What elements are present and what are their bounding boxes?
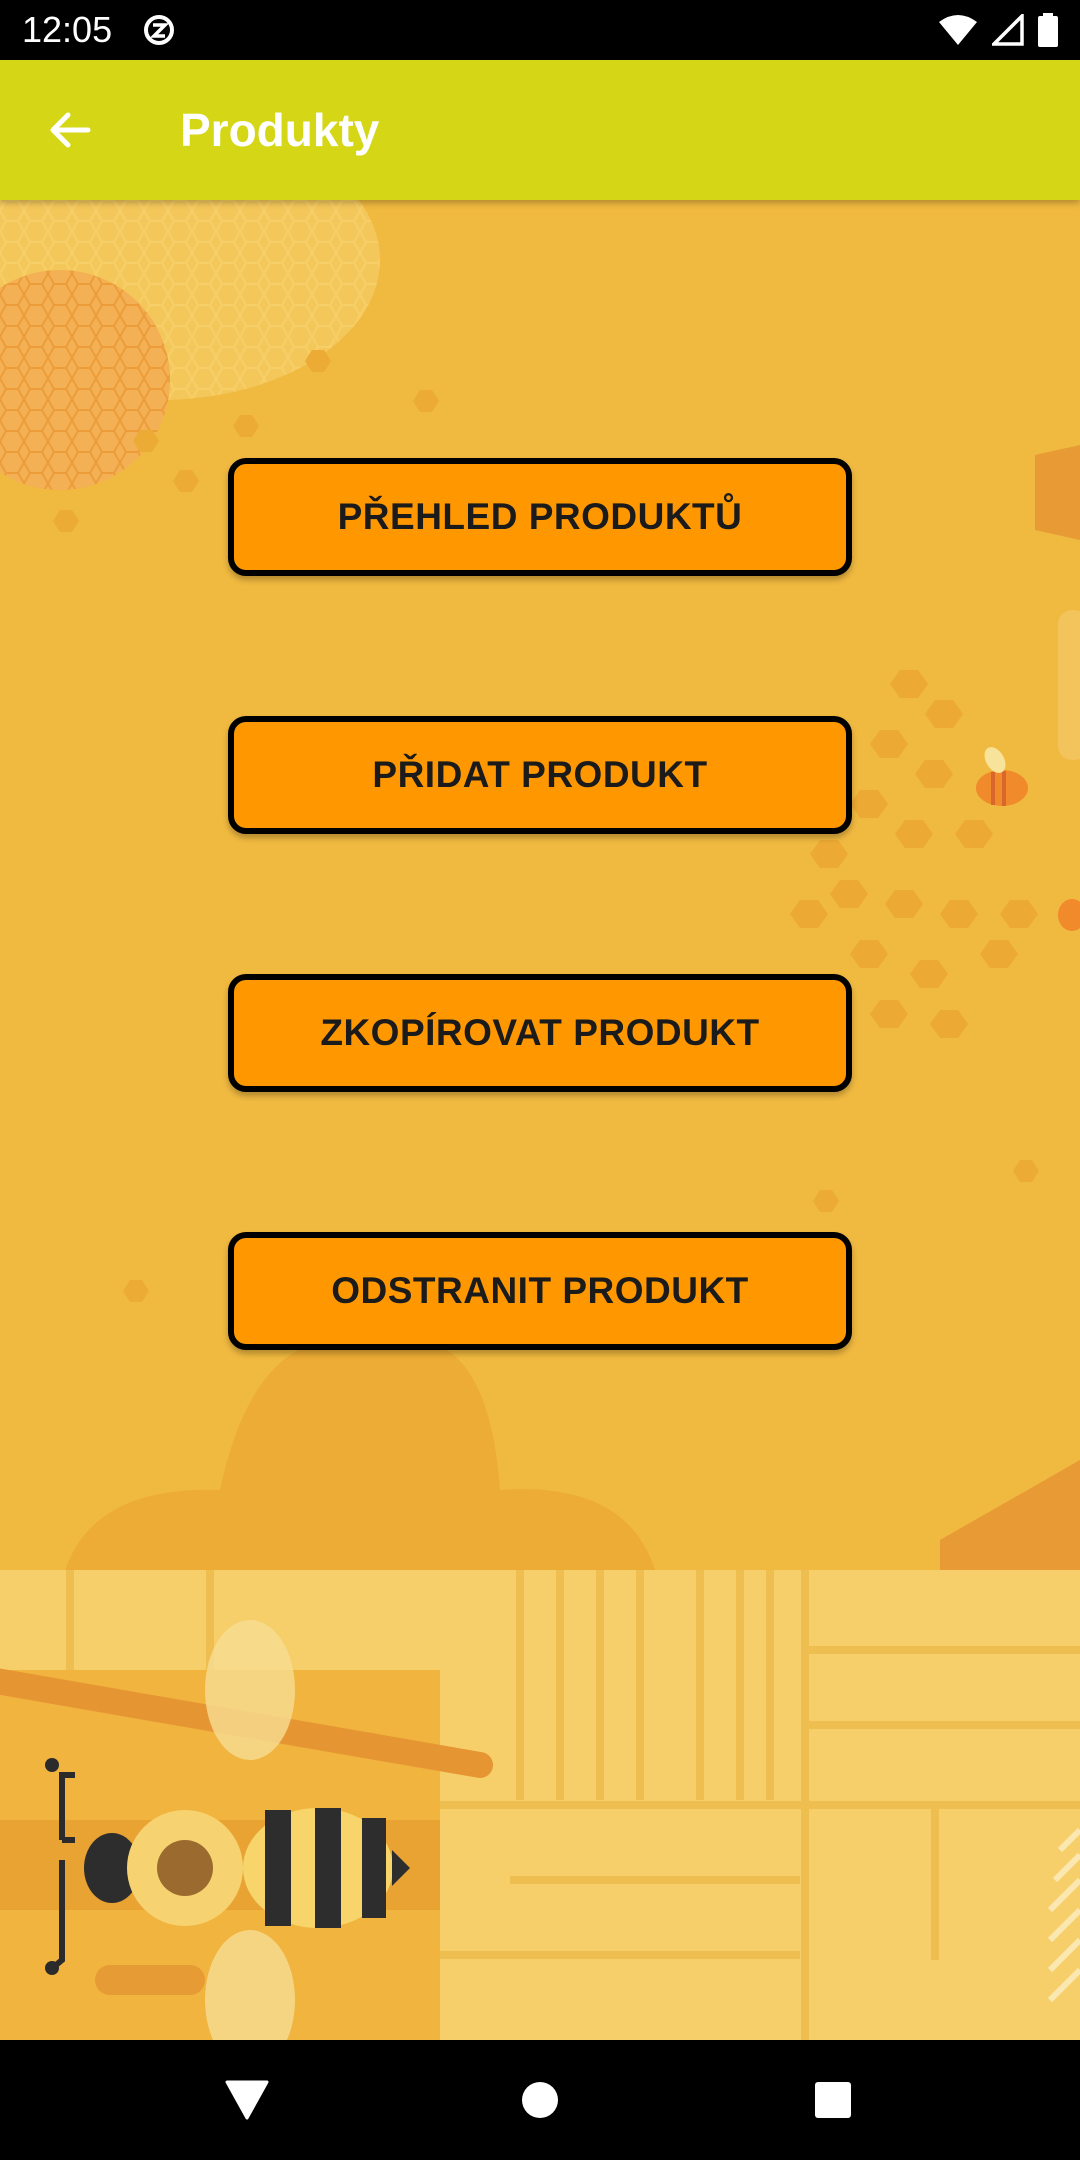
product-overview-button[interactable]: PŘEHLED PRODUKTŮ [228, 458, 852, 576]
remove-product-button[interactable]: ODSTRANIT PRODUKT [228, 1232, 852, 1350]
back-triangle-icon [225, 2080, 269, 2120]
system-nav-bar [0, 2040, 1080, 2160]
copy-product-button[interactable]: ZKOPÍROVAT PRODUKT [228, 974, 852, 1092]
add-product-button[interactable]: PŘIDAT PRODUKT [228, 716, 852, 834]
signal-icon [992, 14, 1024, 46]
nav-recents-button[interactable] [793, 2060, 873, 2140]
main-content: PŘEHLED PRODUKTŮ PŘIDAT PRODUKT ZKOPÍROV… [0, 200, 1080, 2040]
recents-square-icon [815, 2082, 852, 2118]
arrow-back-icon [50, 112, 91, 148]
status-bar: 12:05 [0, 0, 1080, 60]
status-time: 12:05 [22, 9, 113, 50]
battery-icon [1038, 13, 1058, 47]
back-button[interactable] [0, 60, 140, 200]
data-saver-icon [144, 15, 175, 45]
home-circle-icon [521, 2082, 558, 2118]
page-title: Produkty [180, 104, 380, 156]
nav-back-button[interactable] [207, 2060, 287, 2140]
wifi-icon [939, 15, 977, 45]
app-bar: Produkty [0, 60, 1080, 200]
nav-home-button[interactable] [500, 2060, 580, 2140]
